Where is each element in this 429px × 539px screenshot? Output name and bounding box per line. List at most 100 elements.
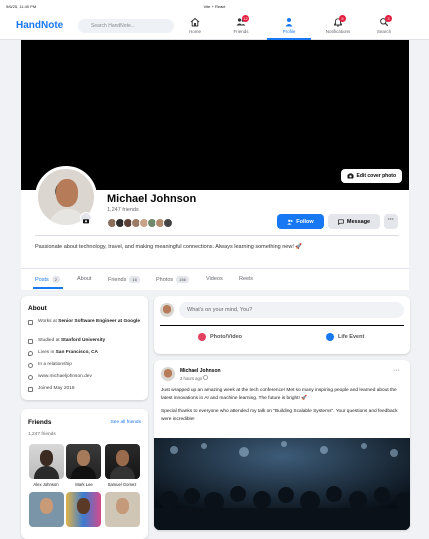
post-author-avatar[interactable] <box>161 367 175 381</box>
logo[interactable]: HandNote <box>16 20 63 31</box>
divider <box>160 325 404 326</box>
profile-friends-count[interactable]: 1,247 friends <box>107 207 139 213</box>
about-card: About Works at Senior Software Engineer … <box>21 296 148 400</box>
browser-bar: 9/6/25, 11:40 PM Vite + React <box>0 0 429 12</box>
profile-tabs: Posts 2 About Friends 16 Photos 156 Vide… <box>21 268 409 290</box>
nav-search-label: Search <box>376 29 392 34</box>
about-study: Studied at Stanford University <box>28 338 144 345</box>
edit-cover-label: Edit cover photo <box>356 173 396 179</box>
add-user-icon <box>287 219 293 225</box>
nav-profile[interactable]: Profile <box>267 14 311 40</box>
tab-reels[interactable]: Reels <box>239 276 253 282</box>
nav-home[interactable]: Home <box>173 14 217 40</box>
search-input[interactable]: Search HandNote... <box>78 19 174 33</box>
globe-icon <box>28 375 33 380</box>
tab-posts-count: 2 <box>51 276 60 283</box>
tab-posts-label: Posts <box>35 276 49 283</box>
nav-friends[interactable]: 12 Friends <box>219 14 263 40</box>
tab-friends-count: 16 <box>129 276 140 283</box>
friend-avatar[interactable] <box>163 218 173 228</box>
post-paragraph: Just wrapped up an amazing week at the t… <box>161 388 397 401</box>
friend-photo[interactable] <box>29 444 64 479</box>
notifications-badge: 5 <box>339 15 346 22</box>
post-text: Just wrapped up an amazing week at the t… <box>161 387 399 423</box>
post-paragraph: Special thanks to everyone who attended … <box>161 409 398 422</box>
friend-name[interactable]: Mark Lee <box>65 482 103 487</box>
home-icon <box>190 17 200 27</box>
friend-photo[interactable] <box>105 492 140 527</box>
photo-icon <box>198 333 206 341</box>
photo-video-button[interactable]: Photo/Video <box>198 333 242 341</box>
nav-notifications-label: Notifications <box>325 29 351 34</box>
post-image[interactable] <box>154 438 410 530</box>
camera-icon <box>347 173 354 179</box>
follow-button[interactable]: Follow <box>277 214 324 229</box>
tab-reels-label: Reels <box>239 276 254 282</box>
tab-friends-label: Friends <box>108 276 127 283</box>
nav-home-label: Home <box>188 29 201 34</box>
friend-name[interactable]: Samuel Gomez <box>103 482 141 487</box>
tab-posts[interactable]: Posts 2 <box>35 276 60 283</box>
post-card: Michael Johnson 2 hours ago ··· Just wra… <box>154 360 410 530</box>
about-joined: Joined May 2018 <box>28 386 144 393</box>
post-composer: What's on your mind, You? Photo/Video Li… <box>154 296 410 354</box>
friend-photo[interactable] <box>29 492 64 527</box>
tab-photos[interactable]: Photos 156 <box>156 276 189 283</box>
mutual-friend-avatars[interactable] <box>107 218 173 228</box>
profile-icon <box>285 18 293 27</box>
about-work: Works at Senior Software Engineer at Goo… <box>28 319 144 326</box>
post-time: 2 hours ago <box>180 375 209 381</box>
tab-videos[interactable]: Videos <box>206 276 223 282</box>
message-icon <box>338 218 344 225</box>
message-button[interactable]: Message <box>328 214 380 229</box>
see-all-friends-link[interactable]: See all friends <box>111 420 141 425</box>
about-relationship: In a relationship <box>28 362 144 369</box>
friends-card: Friends See all friends 1,247 friends Al… <box>21 409 148 539</box>
location-pin-icon <box>28 351 33 356</box>
edit-cover-button[interactable]: Edit cover photo <box>340 169 402 183</box>
life-event-button[interactable]: Life Event <box>326 333 364 341</box>
post-author[interactable]: Michael Johnson <box>180 368 221 374</box>
tab-videos-label: Videos <box>206 276 223 282</box>
heart-icon <box>28 363 33 368</box>
cover-photo: Edit cover photo <box>21 40 409 190</box>
camera-icon <box>83 219 89 224</box>
message-label: Message <box>346 218 371 225</box>
friends-card-count: 1,247 friends <box>28 432 56 437</box>
active-tab-indicator <box>33 287 63 289</box>
nav-notifications[interactable]: 5 Notifications <box>316 14 360 40</box>
life-event-icon <box>326 333 334 341</box>
conference-audience-image <box>154 438 410 530</box>
nav-friends-label: Friends <box>233 29 249 34</box>
life-event-label: Life Event <box>338 334 365 340</box>
friend-photo[interactable] <box>66 444 101 479</box>
more-options-button[interactable]: ··· <box>384 214 398 229</box>
calendar-icon <box>28 387 33 392</box>
friend-photo[interactable] <box>66 492 101 527</box>
graduation-cap-icon <box>28 339 33 344</box>
briefcase-icon <box>28 320 33 325</box>
divider <box>35 235 399 236</box>
about-location: Lives in San Francisco, CA <box>28 350 144 357</box>
globe-icon <box>203 375 209 380</box>
about-website[interactable]: www.michaeljohnson.dev <box>28 374 144 381</box>
about-title: About <box>28 305 47 312</box>
browser-title: Vite + React <box>203 3 226 9</box>
tab-friends[interactable]: Friends 16 <box>108 276 140 283</box>
post-options-button[interactable]: ··· <box>393 367 400 374</box>
friend-photo[interactable] <box>105 444 140 479</box>
top-navigation: HandNote Search HandNote... Home 12 Frie… <box>0 12 429 40</box>
friends-badge: 12 <box>242 15 249 22</box>
tab-photos-label: Photos <box>156 276 174 283</box>
tab-about[interactable]: About <box>77 276 91 282</box>
profile-name: Michael Johnson <box>107 193 197 205</box>
avatar <box>160 303 174 317</box>
nav-profile-label: Profile <box>282 29 296 34</box>
friend-name[interactable]: Alex Johnson <box>27 482 65 487</box>
search-badge: 3 <box>385 15 392 22</box>
tab-photos-count: 156 <box>176 276 189 283</box>
avatar-camera-button[interactable] <box>80 212 92 224</box>
follow-label: Follow <box>296 218 314 225</box>
nav-search[interactable]: 3 Search <box>362 14 406 40</box>
composer-input[interactable]: What's on your mind, You? <box>179 302 404 318</box>
